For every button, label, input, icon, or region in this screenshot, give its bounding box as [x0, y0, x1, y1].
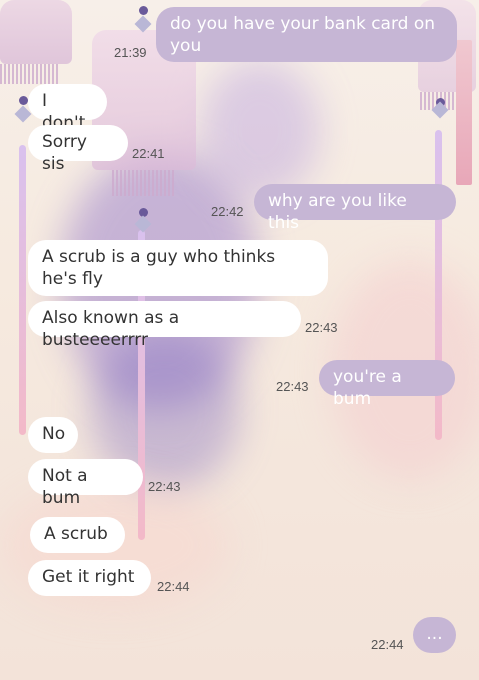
bead-decoration: [139, 6, 148, 15]
message-timestamp: 22:41: [132, 146, 165, 161]
message-bubble[interactable]: why are you like this: [254, 184, 456, 233]
message-bubble[interactable]: I don't: [28, 84, 107, 133]
message-bubble[interactable]: Sorry sis: [28, 125, 128, 174]
bead-decoration: [19, 96, 28, 105]
message-bubble[interactable]: Get it right: [28, 560, 151, 596]
message-timestamp: 22:43: [305, 320, 338, 335]
message-bubble[interactable]: A scrub: [30, 517, 125, 553]
message-bubble[interactable]: ...: [413, 617, 456, 653]
message-timestamp: 22:44: [157, 579, 190, 594]
message-bubble[interactable]: you're a bum: [319, 360, 455, 409]
message-timestamp: 22:43: [276, 379, 309, 394]
ribbon-decoration: [456, 40, 472, 185]
lantern-fringe: [0, 64, 60, 84]
wallpaper-blob: [200, 60, 320, 200]
message-timestamp: 21:39: [114, 45, 147, 60]
message-timestamp: 22:42: [211, 204, 244, 219]
message-timestamp: 22:44: [371, 637, 404, 652]
message-bubble[interactable]: No: [28, 417, 78, 453]
message-bubble[interactable]: Also known as a busteeeerrrr: [28, 301, 301, 350]
lantern-fringe: [112, 170, 174, 196]
message-timestamp: 22:43: [148, 479, 181, 494]
tassel-decoration: [19, 145, 26, 435]
message-bubble[interactable]: A scrub is a guy who thinks he's fly: [28, 240, 328, 296]
lantern-decoration: [0, 0, 72, 64]
message-bubble[interactable]: do you have your bank card on you: [156, 7, 457, 62]
message-bubble[interactable]: Not a bum: [28, 459, 143, 508]
